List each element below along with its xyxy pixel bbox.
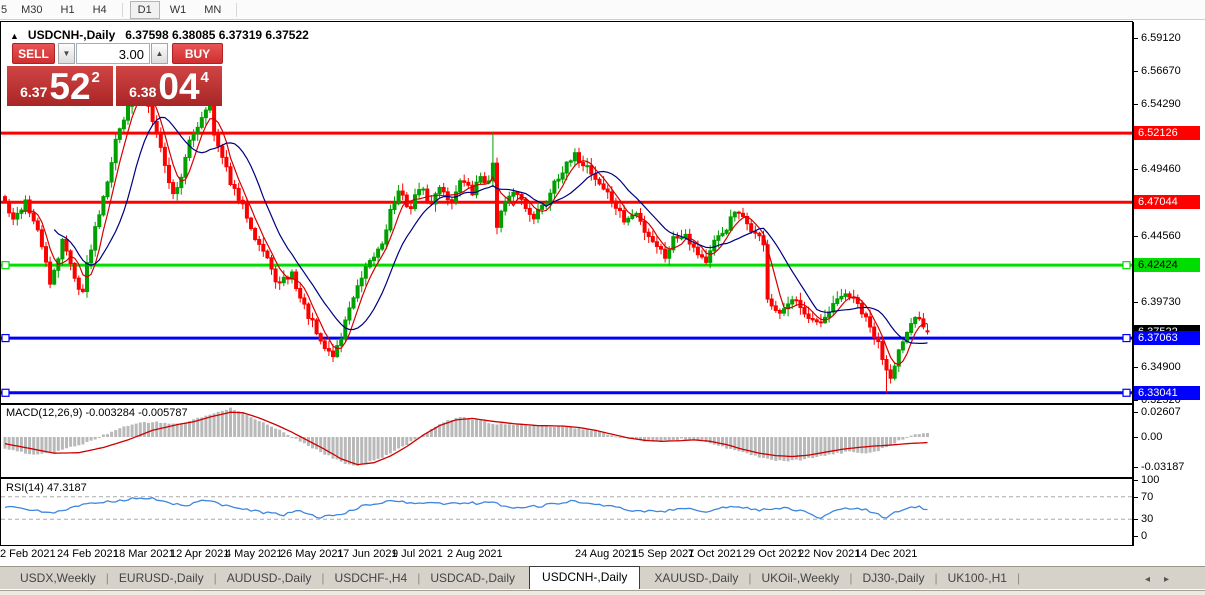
axis-date-label: 17 Jun 2021 [337,548,398,560]
buy-price-box[interactable]: 6.38 04 4 [116,66,222,106]
sell-button[interactable]: SELL [12,43,55,64]
axis-tick [1133,71,1138,72]
rsi-line [5,498,928,519]
collapse-triangle-icon[interactable]: ▲ [10,31,19,41]
axis-date-label: 2 Aug 2021 [447,548,503,560]
axis-date-label: 15 Sep 2021 [632,548,694,560]
axis-date-label: 18 Mar 2021 [113,548,175,560]
axis-date-label: 9 Jul 2021 [392,548,443,560]
arrow-up-icon: ▲ [156,49,164,58]
axis-price-label: 6.34900 [1141,361,1181,373]
volume-increase-button[interactable]: ▲ [151,43,168,64]
tab-dj30-daily[interactable]: DJ30-,Daily [852,568,934,589]
tab-usdcad-daily[interactable]: USDCAD-,Daily [420,568,525,589]
axis-tick [1133,38,1138,39]
price-marker-6.47044: 6.47044 [1134,195,1200,209]
candles [4,75,930,393]
macd-label: MACD(12,26,9) -0.003284 -0.005787 [6,407,188,419]
axis-tick [1133,302,1138,303]
axis-date-label: 14 Dec 2021 [855,548,917,560]
sell-price-box[interactable]: 6.37 52 2 [7,66,113,106]
axis-tick [1133,437,1138,438]
axis-price-label: -0.03187 [1141,461,1184,473]
buy-price-sup: 4 [201,69,209,86]
tab-scroll-right-icon[interactable]: ▸ [1164,574,1183,585]
axis-date-label: 7 Oct 2021 [688,548,742,560]
axis-price-label: 100 [1141,474,1159,486]
axis-tick [1133,497,1138,498]
axis-price-label: 0 [1141,530,1147,542]
chart-title: ▲ USDCNH-,Daily 6.37598 6.38085 6.37319 6.… [10,28,309,42]
rsi-indicator [1,497,1132,519]
price-marker-6.33041: 6.33041 [1134,386,1200,400]
buy-price-small: 6.38 [129,84,156,100]
axis-date-label: 24 Feb 2021 [57,548,119,560]
axis-date-label: 26 May 2021 [280,548,344,560]
arrow-down-icon: ▼ [63,49,71,58]
axis-date-label: 12 Apr 2021 [170,548,229,560]
ma-slow-line [54,117,927,343]
axis-tick [1133,367,1138,368]
axis-tick [1133,104,1138,105]
tab-separator: | [1017,571,1020,589]
axis-price-label: 0.02607 [1141,406,1181,418]
buy-button[interactable]: BUY [172,43,223,64]
axis-date-label: 22 Nov 2021 [798,548,860,560]
axis-tick [1133,480,1138,481]
rsi-label: RSI(14) 47.3187 [6,482,87,494]
axis-tick [1133,400,1138,401]
tab-usdchf-h4[interactable]: USDCHF-,H4 [325,568,418,589]
tab-usdcnh-daily[interactable]: USDCNH-,Daily [529,566,640,589]
axis-date-label: 24 Aug 2021 [575,548,637,560]
axis-tick [1133,467,1138,468]
axis-price-label: 6.44560 [1141,230,1181,242]
chart-tab-bar: USDX,Weekly|EURUSD-,Daily|AUDUSD-,Daily|… [0,566,1205,589]
tab-usdx-weekly[interactable]: USDX,Weekly [10,568,106,589]
sell-price-small: 6.37 [20,84,47,100]
status-bar [0,590,1205,595]
tab-scroll-left-icon[interactable]: ◂ [1145,574,1164,585]
axis-tick [1133,236,1138,237]
chart-symbol-label: USDCNH-,Daily [28,28,115,42]
tab-scroll-arrows[interactable]: ◂▸ [1145,574,1183,585]
axis-price-label: 6.54290 [1141,98,1181,110]
axis-price-label: 6.49460 [1141,163,1181,175]
price-marker-6.42424: 6.42424 [1134,258,1200,272]
price-marker-6.52126: 6.52126 [1134,126,1200,140]
axis-date-label: 29 Oct 2021 [743,548,803,560]
axis-price-label: 6.59120 [1141,32,1181,44]
volume-input[interactable]: 3.00 [76,43,150,64]
application-window: 5M30H1H4D1W1MN ▲USDCNH-,Daily6.37598 6.3… [0,0,1205,595]
axis-price-label: 70 [1141,491,1153,503]
volume-decrease-button[interactable]: ▼ [58,43,75,64]
axis-tick [1133,412,1138,413]
tab-eurusd-daily[interactable]: EURUSD-,Daily [109,568,214,589]
price-marker-6.37063: 6.37063 [1134,331,1200,345]
axis-tick [1133,169,1138,170]
axis-date-label: 2 Feb 2021 [0,548,56,560]
tab-ukoil-weekly[interactable]: UKOil-,Weekly [752,568,850,589]
axis-tick [1133,519,1138,520]
sell-price-sup: 2 [92,69,100,86]
tab-uk100-h1[interactable]: UK100-,H1 [938,568,1017,589]
buy-price-big: 04 [158,68,199,105]
axis-price-label: 0.00 [1141,431,1162,443]
chart-ohlc-values: 6.37598 6.38085 6.37319 6.37522 [125,28,309,42]
axis-price-label: 6.56670 [1141,65,1181,77]
axis-tick [1133,536,1138,537]
tab-xauusd-daily[interactable]: XAUUSD-,Daily [644,568,748,589]
tab-audusd-daily[interactable]: AUDUSD-,Daily [217,568,322,589]
one-click-trade-panel: SELL ▼ 3.00 ▲ BUY 6.37 52 2 6.38 04 4 [7,43,223,106]
axis-price-label: 30 [1141,513,1153,525]
trade-panel-top-row: SELL ▼ 3.00 ▲ BUY [7,43,223,64]
axis-price-label: 6.39730 [1141,296,1181,308]
sell-price-big: 52 [49,68,90,105]
axis-date-label: 4 May 2021 [225,548,282,560]
